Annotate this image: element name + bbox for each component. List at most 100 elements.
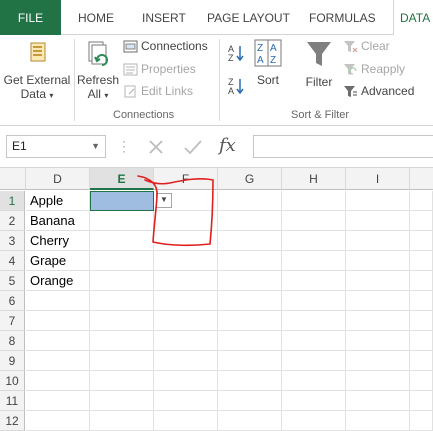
cell[interactable] <box>218 291 282 311</box>
cell[interactable] <box>282 191 346 211</box>
cell[interactable] <box>410 311 433 331</box>
cell[interactable] <box>346 231 410 251</box>
select-all-corner[interactable] <box>0 168 26 190</box>
cell[interactable] <box>346 351 410 371</box>
cell[interactable] <box>90 231 154 251</box>
properties-button[interactable]: Properties <box>123 62 196 76</box>
cell[interactable] <box>346 371 410 391</box>
tab-home[interactable]: HOME <box>78 0 114 35</box>
cell[interactable] <box>154 311 218 331</box>
get-external-data-button[interactable]: Get External Data ▾ <box>2 39 72 103</box>
cell-d5[interactable]: Orange <box>26 271 90 291</box>
cell[interactable] <box>410 211 433 231</box>
cell[interactable] <box>90 351 154 371</box>
row-header-10[interactable]: 10 <box>0 371 25 391</box>
cell[interactable] <box>346 291 410 311</box>
column-header-f[interactable]: F <box>154 168 218 190</box>
cell[interactable] <box>154 231 218 251</box>
cell[interactable] <box>90 391 154 411</box>
refresh-all-button[interactable]: Refresh All ▾ <box>76 39 120 103</box>
cell[interactable] <box>218 411 282 431</box>
cell[interactable] <box>154 331 218 351</box>
cell[interactable] <box>282 311 346 331</box>
name-box[interactable]: E1 ▼ <box>6 135 106 158</box>
cell[interactable] <box>410 391 433 411</box>
sort-za-button[interactable]: Z A <box>227 76 245 99</box>
cell[interactable] <box>282 411 346 431</box>
cell[interactable] <box>90 291 154 311</box>
row-header-2[interactable]: 2 <box>0 211 25 231</box>
cell[interactable] <box>154 211 218 231</box>
cell[interactable] <box>218 371 282 391</box>
dropdown-arrow-icon[interactable]: ▼ <box>156 193 172 208</box>
column-header-h[interactable]: H <box>282 168 346 190</box>
cell[interactable] <box>410 191 433 211</box>
cell[interactable] <box>282 271 346 291</box>
cell[interactable] <box>90 251 154 271</box>
cell[interactable] <box>90 411 154 431</box>
cell[interactable] <box>282 231 346 251</box>
cell[interactable] <box>154 291 218 311</box>
cell-d11[interactable] <box>26 391 90 411</box>
cell-d12[interactable] <box>26 411 90 431</box>
cell[interactable] <box>90 311 154 331</box>
row-header-3[interactable]: 3 <box>0 231 25 251</box>
cell[interactable] <box>154 351 218 371</box>
row-header-8[interactable]: 8 <box>0 331 25 351</box>
cell[interactable] <box>410 251 433 271</box>
cell[interactable] <box>218 211 282 231</box>
cell[interactable] <box>346 251 410 271</box>
cell-d7[interactable] <box>26 311 90 331</box>
cell[interactable] <box>282 211 346 231</box>
cell[interactable] <box>90 271 154 291</box>
row-header-7[interactable]: 7 <box>0 311 25 331</box>
cell-d2[interactable]: Banana <box>26 211 90 231</box>
active-cell-e1[interactable] <box>90 191 154 211</box>
cell-d6[interactable] <box>26 291 90 311</box>
cell[interactable] <box>218 231 282 251</box>
clear-filter-button[interactable]: Clear <box>343 39 390 53</box>
cell-d10[interactable] <box>26 371 90 391</box>
sort-az-button[interactable]: A Z <box>227 43 245 66</box>
cell[interactable] <box>218 311 282 331</box>
cell[interactable] <box>346 311 410 331</box>
cell[interactable] <box>410 271 433 291</box>
row-header-4[interactable]: 4 <box>0 251 25 271</box>
cell[interactable] <box>410 411 433 431</box>
cell[interactable] <box>90 331 154 351</box>
filter-button[interactable]: Filter <box>300 39 338 89</box>
column-header-e[interactable]: E <box>90 168 154 190</box>
cell[interactable] <box>218 271 282 291</box>
sort-button[interactable]: Z A A Z Sort <box>252 39 284 87</box>
cell[interactable] <box>410 291 433 311</box>
cell-d9[interactable] <box>26 351 90 371</box>
tab-file[interactable]: FILE <box>0 0 61 35</box>
cell-d4[interactable]: Grape <box>26 251 90 271</box>
row-header-12[interactable]: 12 <box>0 411 25 431</box>
column-header-i[interactable]: I <box>346 168 410 190</box>
cell[interactable] <box>218 351 282 371</box>
column-header-d[interactable]: D <box>26 168 90 190</box>
tab-data[interactable]: DATA <box>393 0 433 36</box>
cell[interactable] <box>282 331 346 351</box>
cell[interactable] <box>282 371 346 391</box>
cell-d1[interactable]: Apple <box>26 191 90 211</box>
cell[interactable] <box>218 191 282 211</box>
cell[interactable] <box>218 391 282 411</box>
tab-insert[interactable]: INSERT <box>142 0 186 35</box>
cell[interactable] <box>282 291 346 311</box>
cell[interactable] <box>282 391 346 411</box>
column-header-g[interactable]: G <box>218 168 282 190</box>
connections-button[interactable]: Connections <box>123 39 208 53</box>
column-header-partial[interactable] <box>410 168 433 190</box>
cell[interactable] <box>154 251 218 271</box>
row-header-11[interactable]: 11 <box>0 391 25 411</box>
cell[interactable] <box>282 251 346 271</box>
cancel-icon[interactable] <box>147 138 165 156</box>
cell[interactable] <box>346 271 410 291</box>
cell-d8[interactable] <box>26 331 90 351</box>
cell[interactable] <box>410 351 433 371</box>
cell[interactable] <box>346 191 410 211</box>
cell[interactable] <box>154 411 218 431</box>
advanced-filter-button[interactable]: Advanced <box>343 84 414 98</box>
